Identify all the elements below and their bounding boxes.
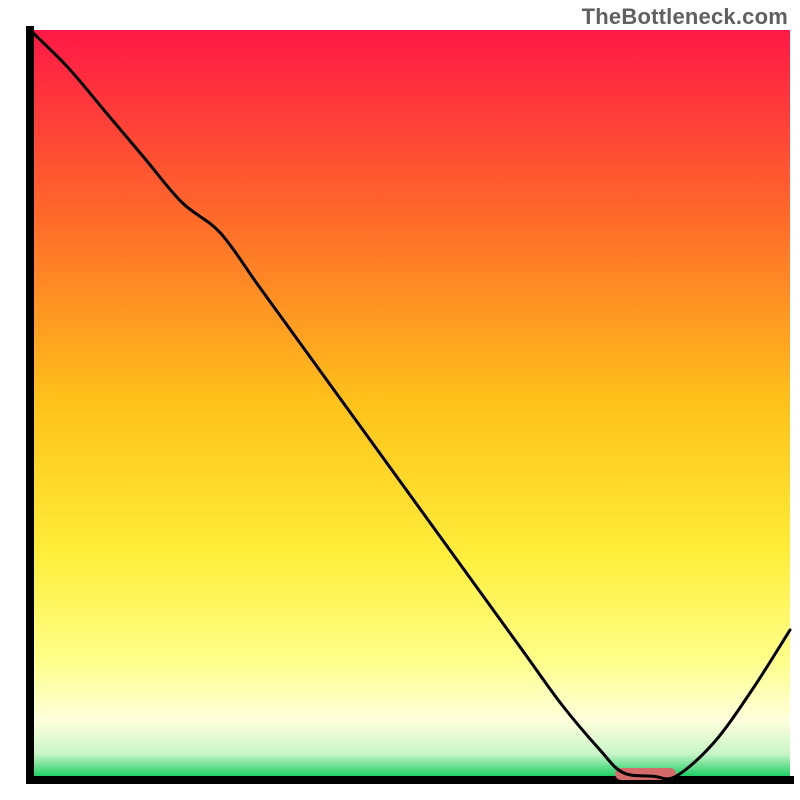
watermark-text: TheBottleneck.com <box>582 4 788 30</box>
chart-container: { "watermark": "TheBottleneck.com", "cha… <box>0 0 800 800</box>
bottleneck-chart <box>0 0 800 800</box>
chart-background-gradient <box>30 30 790 780</box>
